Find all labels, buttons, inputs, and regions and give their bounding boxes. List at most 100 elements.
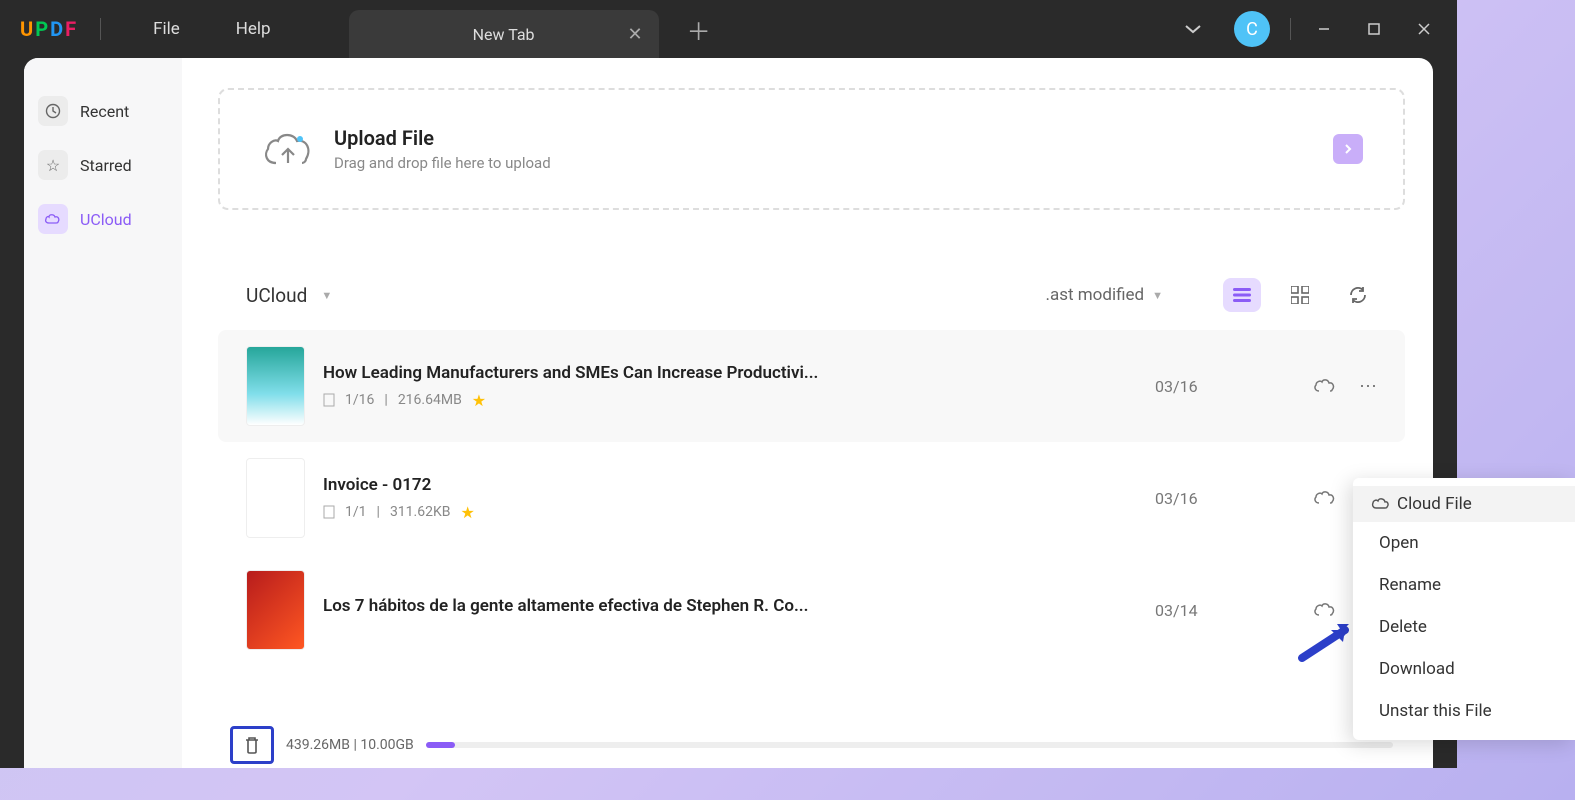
refresh-button[interactable] xyxy=(1339,278,1377,312)
chevron-down-icon[interactable] xyxy=(1164,15,1222,43)
view-controls xyxy=(1223,278,1377,312)
main-content: Upload File Drag and drop file here to u… xyxy=(182,58,1433,768)
sidebar-item-starred[interactable]: ☆ Starred xyxy=(24,142,182,188)
tab-new[interactable]: New Tab ✕ xyxy=(349,10,659,58)
file-title: Invoice - 0172 xyxy=(323,475,1137,495)
file-size: 216.64MB xyxy=(398,392,462,408)
clock-icon xyxy=(38,96,68,126)
app-window: U P D F File Help New Tab ✕ ＋ C xyxy=(0,0,1457,768)
file-info: Los 7 hábitos de la gente altamente efec… xyxy=(323,596,1137,624)
storage-progress xyxy=(426,742,1393,748)
file-size: 311.62KB xyxy=(390,504,451,520)
file-row[interactable]: Invoice - 0172 1/1 | 311.62KB ★ 03/16 xyxy=(218,442,1405,554)
body: Recent ☆ Starred UCloud Upload File Drag… xyxy=(24,58,1433,768)
sidebar-item-recent[interactable]: Recent xyxy=(24,88,182,134)
close-icon[interactable]: ✕ xyxy=(627,24,642,45)
logo-letter-p: P xyxy=(35,17,48,41)
logo-letter-u: U xyxy=(20,17,33,41)
triangle-down-icon: ▼ xyxy=(321,289,332,302)
storage-bar: 439.26MB | 10.00GB xyxy=(218,722,1405,768)
window-controls: C xyxy=(1164,7,1457,51)
star-icon: ☆ xyxy=(38,150,68,180)
grid-view-button[interactable] xyxy=(1281,278,1319,312)
context-header-label: Cloud File xyxy=(1397,494,1472,514)
file-meta: 1/1 | 311.62KB ★ xyxy=(323,503,1137,522)
context-menu-header: Cloud File xyxy=(1353,486,1575,522)
cloud-download-icon[interactable] xyxy=(1313,490,1335,506)
menu-file[interactable]: File xyxy=(125,19,208,39)
file-info: Invoice - 0172 1/1 | 311.62KB ★ xyxy=(323,475,1137,522)
context-menu: Cloud File Open Rename Delete Download U… xyxy=(1353,478,1575,740)
cloud-icon xyxy=(38,204,68,234)
storage-text: 439.26MB | 10.00GB xyxy=(286,737,414,753)
sidebar: Recent ☆ Starred UCloud xyxy=(24,58,182,768)
file-date: 03/16 xyxy=(1155,489,1295,508)
avatar[interactable]: C xyxy=(1234,11,1270,47)
list-view-button[interactable] xyxy=(1223,278,1261,312)
upload-dropzone[interactable]: Upload File Drag and drop file here to u… xyxy=(218,88,1405,210)
triangle-down-icon: ▼ xyxy=(1152,289,1163,302)
file-pages: 1/1 xyxy=(345,504,367,520)
trash-button[interactable] xyxy=(230,726,274,764)
add-tab-button[interactable]: ＋ xyxy=(687,12,711,47)
logo-letter-f: F xyxy=(65,17,76,41)
upload-title: Upload File xyxy=(334,126,551,150)
file-date: 03/16 xyxy=(1155,377,1295,396)
context-item-delete[interactable]: Delete xyxy=(1353,606,1575,648)
cloud-icon xyxy=(1371,497,1389,511)
logo-letter-d: D xyxy=(50,17,63,41)
cloud-upload-icon xyxy=(260,129,316,169)
upload-expand-button[interactable] xyxy=(1333,134,1363,164)
folder-dropdown[interactable]: UCloud ▼ xyxy=(246,284,332,307)
list-header: UCloud ▼ .ast modified ▼ xyxy=(218,260,1405,330)
file-thumbnail xyxy=(246,458,305,538)
annotation-arrow xyxy=(1297,618,1355,666)
app-logo: U P D F xyxy=(20,17,76,41)
cloud-download-icon[interactable] xyxy=(1313,602,1335,618)
more-icon[interactable]: ⋯ xyxy=(1359,376,1377,397)
star-icon: ★ xyxy=(472,391,486,410)
file-meta: 1/16 | 216.64MB ★ xyxy=(323,391,1137,410)
sort-dropdown[interactable]: .ast modified ▼ xyxy=(1045,285,1163,305)
context-item-open[interactable]: Open xyxy=(1353,522,1575,564)
file-thumbnail xyxy=(246,570,305,650)
context-item-download[interactable]: Download xyxy=(1353,648,1575,690)
upload-subtitle: Drag and drop file here to upload xyxy=(334,154,551,172)
file-title: Los 7 hábitos de la gente altamente efec… xyxy=(323,596,1137,616)
context-item-unstar[interactable]: Unstar this File xyxy=(1353,690,1575,732)
context-item-rename[interactable]: Rename xyxy=(1353,564,1575,606)
file-list-panel: UCloud ▼ .ast modified ▼ xyxy=(218,260,1405,768)
trash-icon xyxy=(243,735,261,755)
storage-fill xyxy=(426,742,455,748)
divider xyxy=(1290,18,1291,40)
sidebar-item-label: UCloud xyxy=(80,210,132,229)
upload-left: Upload File Drag and drop file here to u… xyxy=(260,126,551,172)
folder-label: UCloud xyxy=(246,284,307,307)
file-info: How Leading Manufacturers and SMEs Can I… xyxy=(323,363,1137,410)
file-title: How Leading Manufacturers and SMEs Can I… xyxy=(323,363,1137,383)
tabs: New Tab ✕ ＋ xyxy=(349,0,711,58)
file-list: How Leading Manufacturers and SMEs Can I… xyxy=(218,330,1405,722)
pages-icon xyxy=(323,505,335,519)
maximize-button[interactable] xyxy=(1349,7,1399,51)
file-actions: ⋯ xyxy=(1313,376,1377,397)
file-pages: 1/16 xyxy=(345,392,374,408)
sidebar-item-ucloud[interactable]: UCloud xyxy=(24,196,182,242)
chevron-right-icon xyxy=(1344,143,1352,155)
titlebar: U P D F File Help New Tab ✕ ＋ C xyxy=(0,0,1457,58)
tab-title: New Tab xyxy=(473,25,535,44)
sidebar-item-label: Recent xyxy=(80,102,129,121)
sidebar-item-label: Starred xyxy=(80,156,132,175)
star-icon: ★ xyxy=(460,503,474,522)
minimize-button[interactable] xyxy=(1299,7,1349,51)
menu-help[interactable]: Help xyxy=(208,19,299,39)
file-row[interactable]: How Leading Manufacturers and SMEs Can I… xyxy=(218,330,1405,442)
pages-icon xyxy=(323,393,335,407)
file-row[interactable]: Los 7 hábitos de la gente altamente efec… xyxy=(218,554,1405,666)
sort-label: .ast modified xyxy=(1045,285,1144,305)
close-button[interactable] xyxy=(1399,7,1449,51)
cloud-download-icon[interactable] xyxy=(1313,378,1335,394)
file-thumbnail xyxy=(246,346,305,426)
file-date: 03/14 xyxy=(1155,601,1295,620)
divider xyxy=(100,18,101,40)
